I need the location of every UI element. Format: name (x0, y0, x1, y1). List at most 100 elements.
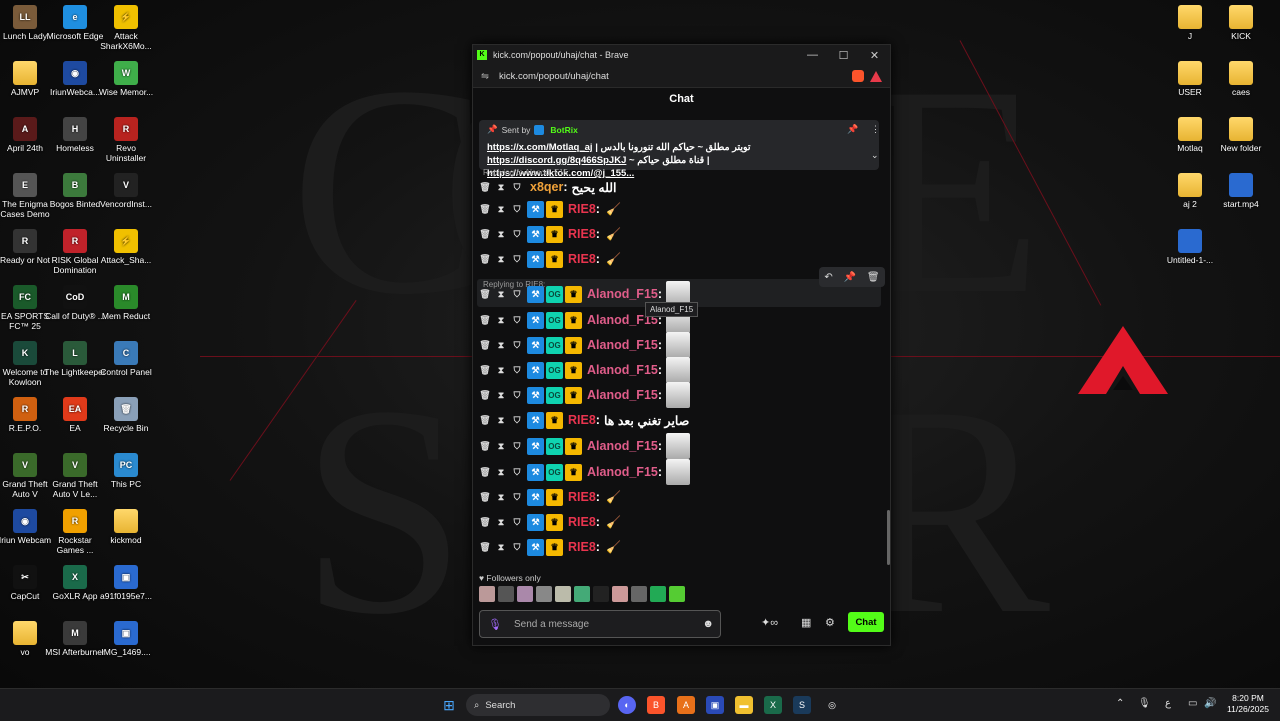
timeout-icon[interactable]: ⧗ (495, 492, 507, 503)
pinned-link-discord[interactable]: https://discord.gg/8q466SpJKJ (487, 155, 626, 166)
quick-emote[interactable] (574, 586, 590, 602)
chat-username[interactable]: Alanod_F15 (587, 287, 658, 301)
chat-username[interactable]: x8qer (530, 180, 563, 194)
trash-icon[interactable]: 🗑 (479, 415, 491, 426)
store-icon[interactable]: ▦ (801, 616, 811, 629)
timeout-icon[interactable]: ⧗ (495, 315, 507, 326)
message-input-box[interactable]: 🎙 ☻ (479, 610, 721, 638)
timeout-icon[interactable]: ⧗ (495, 415, 507, 426)
quick-emote[interactable] (669, 586, 685, 602)
ban-icon[interactable]: ⛉ (511, 415, 523, 426)
chat-username[interactable]: Alanod_F15 (587, 363, 658, 377)
more-options-icon[interactable]: ⋮ (871, 124, 880, 135)
timeout-icon[interactable]: ⧗ (495, 182, 507, 193)
volume-icon[interactable]: 🔊 (1204, 698, 1216, 709)
chat-message[interactable]: 🗑 ⧗ ⛉ ⚒ OG ♛ Alanod_F15: (479, 382, 691, 408)
app-icon[interactable]: ◎ (823, 696, 841, 714)
trash-icon[interactable]: 🗑 (479, 467, 491, 478)
desktop-icon[interactable]: PC This PC (95, 453, 157, 489)
trash-icon[interactable]: 🗑 (479, 517, 491, 528)
chat-username[interactable]: RIE8 (568, 413, 596, 427)
desktop-icon[interactable]: New folder (1210, 117, 1272, 153)
chat-message[interactable]: 🗑 ⧗ ⛉ x8qer: الله يحيح (479, 176, 616, 198)
chat-username[interactable]: RIE8 (568, 515, 596, 529)
chat-username[interactable]: RIE8 (568, 227, 596, 241)
chat-username[interactable]: RIE8 (568, 202, 596, 216)
desktop-icon[interactable]: caes (1210, 61, 1272, 97)
ban-icon[interactable]: ⛉ (511, 467, 523, 478)
emote-picker-icon[interactable]: ✦∞ (761, 616, 778, 629)
chat-message[interactable]: 🗑 ⧗ ⛉ ⚒ ♛ RIE8: صاير تغني بعد ها (479, 409, 689, 431)
chat-username[interactable]: RIE8 (568, 540, 596, 554)
chat-message[interactable]: 🗑 ⧗ ⛉ ⚒ ♛ RIE8: 🧹 (479, 536, 621, 558)
tray-overflow-icon[interactable]: ⌃ (1116, 698, 1124, 709)
discord-icon[interactable]: ◐ (618, 696, 636, 714)
desktop-icon[interactable]: KICK (1210, 5, 1272, 41)
chat-username[interactable]: Alanod_F15 (587, 465, 658, 479)
ban-icon[interactable]: ⛉ (511, 229, 523, 240)
emoji-icon[interactable]: ☻ (702, 618, 714, 630)
ban-icon[interactable]: ⛉ (511, 517, 523, 528)
chat-username[interactable]: Alanod_F15 (587, 439, 658, 453)
chat-message[interactable]: 🗑 ⧗ ⛉ ⚒ ♛ RIE8: 🧹 (479, 223, 621, 245)
desktop-icon[interactable]: M Mem Reduct (95, 285, 157, 321)
ban-icon[interactable]: ⛉ (511, 365, 523, 376)
desktop-icon[interactable]: kickmod (95, 509, 157, 545)
expand-chevron-icon[interactable]: ⌄ (871, 150, 879, 161)
pin-message-icon[interactable]: 📌 (844, 272, 856, 283)
quick-emote[interactable] (555, 586, 571, 602)
pinned-message[interactable]: 📌 Sent by BotRix 📌 ⋮ ⌄ https://x.com/Mot… (479, 120, 880, 179)
chat-message[interactable]: 🗑 ⧗ ⛉ ⚒ OG ♛ Alanod_F15: (479, 459, 691, 485)
file-explorer-icon[interactable]: ▬ (735, 696, 753, 714)
url-text[interactable]: kick.com/popout/uhaj/chat (499, 71, 609, 82)
desktop-icon[interactable]: V VencordInst... (95, 173, 157, 209)
window-titlebar[interactable]: K kick.com/popout/uhaj/chat - Brave — ☐ … (473, 45, 890, 65)
taskbar-search[interactable]: ⌕ Search (466, 694, 610, 716)
chat-username[interactable]: RIE8 (568, 490, 596, 504)
chat-message[interactable]: 🗑 ⧗ ⛉ ⚒ ♛ RIE8: 🧹 (479, 198, 621, 220)
chat-message[interactable]: 🗑 ⧗ ⛉ ⚒ ♛ RIE8: 🧹 (479, 511, 621, 533)
trash-icon[interactable]: 🗑 (479, 542, 491, 553)
timeout-icon[interactable]: ⧗ (495, 542, 507, 553)
trash-icon[interactable]: 🗑 (479, 441, 491, 452)
app-icon[interactable]: A (677, 696, 695, 714)
trash-icon[interactable]: 🗑 (479, 365, 491, 376)
input-language[interactable]: ع (1165, 698, 1171, 709)
trash-icon[interactable]: 🗑 (479, 340, 491, 351)
brave-rewards-icon[interactable] (870, 70, 882, 82)
system-clock[interactable]: 8:20 PM 11/26/2025 (1222, 693, 1274, 715)
brave-shields-icon[interactable] (852, 70, 864, 82)
chat-username[interactable]: Alanod_F15 (587, 338, 658, 352)
desktop-icon[interactable]: ⚡ Attack SharkX6Mo... (95, 5, 157, 51)
site-settings-icon[interactable]: ⇋ (481, 71, 489, 82)
quick-emote[interactable] (479, 586, 495, 602)
goxlr-icon[interactable]: X (764, 696, 782, 714)
desktop-icon[interactable]: C Control Panel (95, 341, 157, 377)
quick-emote[interactable] (650, 586, 666, 602)
chat-message[interactable]: 🗑 ⧗ ⛉ ⚒ OG ♛ Alanod_F15: (479, 433, 691, 459)
desktop-icon[interactable]: ▣ a91f0195e7... (95, 565, 157, 601)
desktop-icon[interactable]: 🗑 Recycle Bin (95, 397, 157, 433)
send-chat-button[interactable]: Chat (848, 612, 884, 632)
quick-emote[interactable] (498, 586, 514, 602)
address-bar[interactable]: ⇋ kick.com/popout/uhaj/chat (473, 65, 890, 88)
chat-scrollbar[interactable] (887, 510, 890, 565)
timeout-icon[interactable]: ⧗ (495, 467, 507, 478)
desktop-icon[interactable]: ⚡ Attack_Sha... (95, 229, 157, 265)
ban-icon[interactable]: ⛉ (511, 254, 523, 265)
quick-emote[interactable] (612, 586, 628, 602)
timeout-icon[interactable]: ⧗ (495, 390, 507, 401)
message-input[interactable] (511, 617, 696, 631)
quick-emote[interactable] (631, 586, 647, 602)
ban-icon[interactable]: ⛉ (511, 390, 523, 401)
trash-icon[interactable]: 🗑 (479, 315, 491, 326)
trash-icon[interactable]: 🗑 (479, 390, 491, 401)
close-button[interactable]: ✕ (859, 49, 890, 62)
timeout-icon[interactable]: ⧗ (495, 289, 507, 300)
timeout-icon[interactable]: ⧗ (495, 517, 507, 528)
chat-message[interactable]: 🗑 ⧗ ⛉ ⚒ ♛ RIE8: 🧹 (479, 486, 621, 508)
chat-username[interactable]: RIE8 (568, 252, 596, 266)
network-icon[interactable]: ▭ (1188, 698, 1197, 709)
chat-message[interactable]: 🗑 ⧗ ⛉ ⚒ OG ♛ Alanod_F15: (479, 357, 691, 383)
trash-icon[interactable]: 🗑 (479, 254, 491, 265)
